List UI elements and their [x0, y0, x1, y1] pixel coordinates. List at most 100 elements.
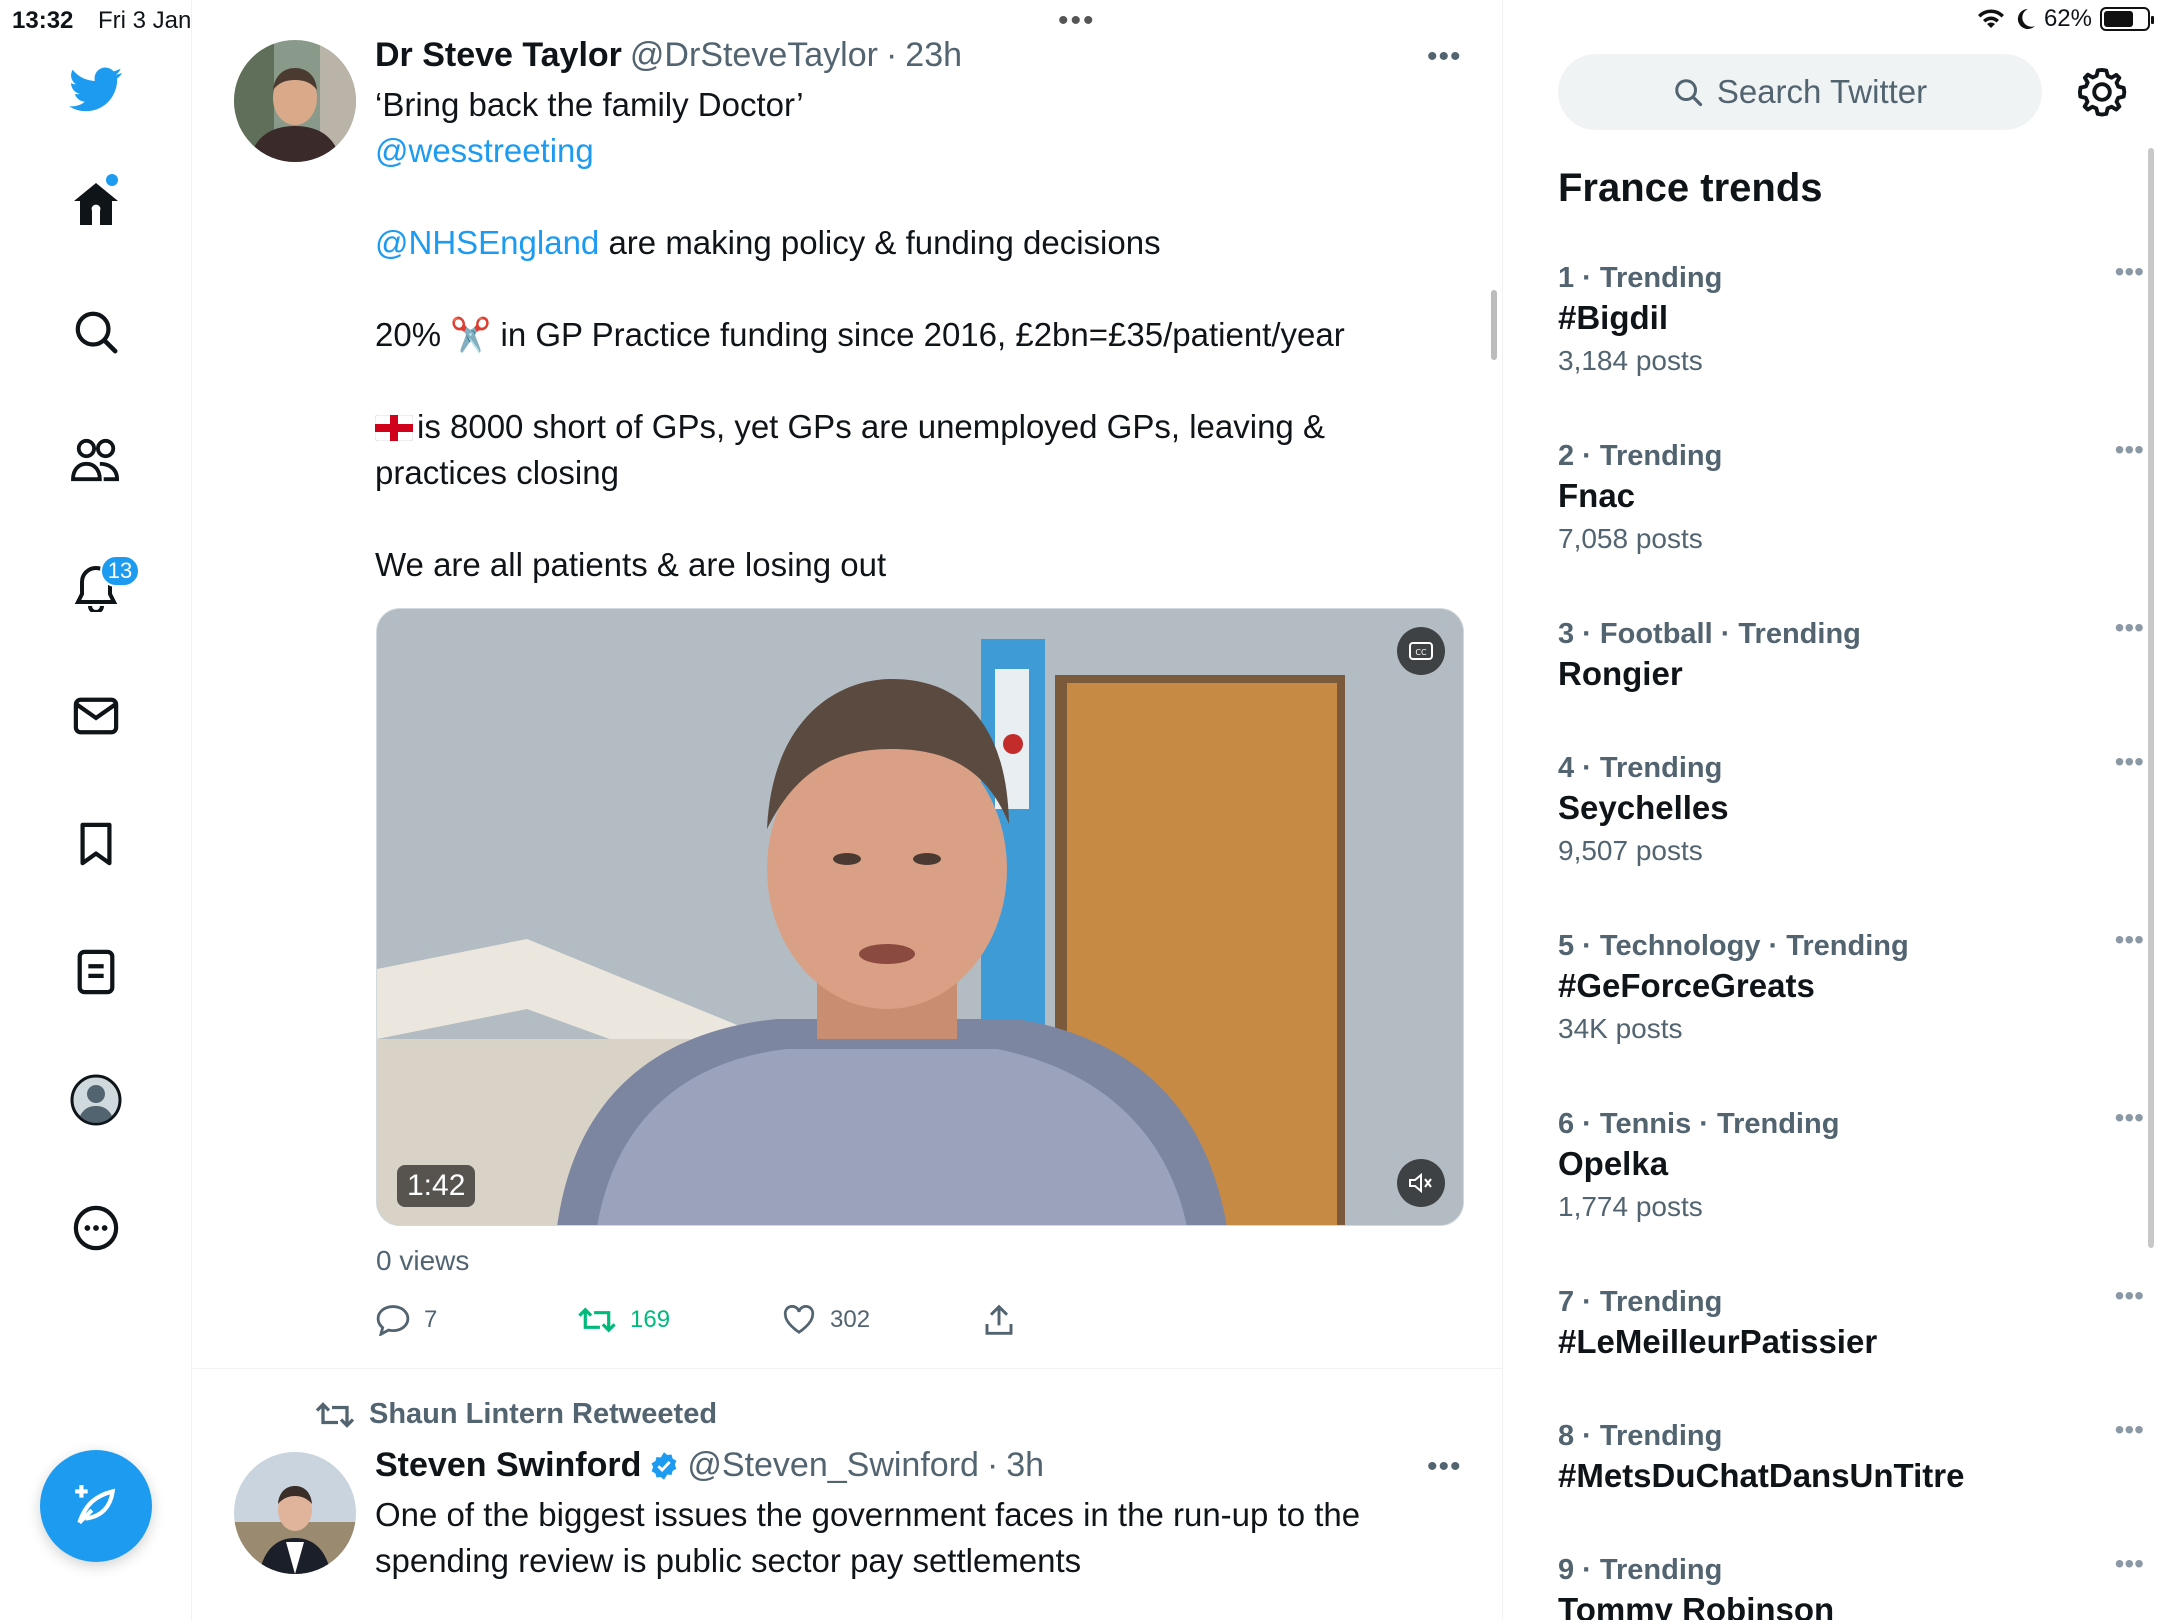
notifications-badge: 13	[100, 555, 140, 587]
retweeted-by-label: Shaun Lintern Retweeted	[369, 1398, 718, 1430]
trend-item[interactable]: 2 · Trending Fnac 7,058 posts •••	[1558, 434, 2144, 555]
mention-link[interactable]: @NHSEngland	[375, 224, 599, 261]
trend-name: #LeMeilleurPatissier	[1558, 1323, 1878, 1360]
trend-meta: 7 · Trending	[1558, 1286, 1723, 1318]
tweet-author-handle[interactable]: @DrSteveTaylor	[630, 36, 878, 75]
tweet-time[interactable]: 23h	[905, 36, 962, 75]
settings-gear-icon[interactable]	[2076, 66, 2128, 118]
trend-meta: 1 · Trending	[1558, 262, 1723, 294]
sidebar-scrollbar[interactable]	[2148, 148, 2154, 1248]
video-frame	[377, 609, 1463, 1225]
bookmarks-icon[interactable]	[68, 816, 124, 872]
messages-icon[interactable]	[68, 688, 124, 744]
trend-more-icon[interactable]: •••	[2115, 1280, 2144, 1312]
communities-icon[interactable]	[68, 432, 124, 488]
trend-item[interactable]: 6 · Tennis · Trending Opelka 1,774 posts…	[1558, 1102, 2144, 1223]
tweet-line-text: 20%	[375, 316, 451, 353]
trend-meta: 5 · Technology · Trending	[1558, 930, 1909, 962]
trend-count: 9,507 posts	[1558, 835, 1703, 866]
verified-badge-icon	[652, 1451, 677, 1480]
reply-button[interactable]: 7	[376, 1304, 578, 1336]
search-icon[interactable]	[68, 304, 124, 360]
trend-more-icon[interactable]: •••	[2115, 1102, 2144, 1134]
trend-name: #Bigdil	[1558, 299, 1669, 336]
tweet-author-handle[interactable]: @Steven_Swinford	[687, 1446, 979, 1485]
trend-meta: 4 · Trending	[1558, 752, 1723, 784]
trend-meta: 8 · Trending	[1558, 1420, 1723, 1452]
retweet-count: 169	[630, 1306, 671, 1333]
tweet-separator: ·	[986, 1446, 999, 1484]
profile-icon[interactable]	[68, 1072, 124, 1128]
trend-item[interactable]: 4 · Trending Seychelles 9,507 posts •••	[1558, 746, 2144, 867]
retweet-icon	[315, 1401, 355, 1428]
share-button[interactable]	[984, 1304, 1014, 1336]
tweet-video[interactable]: CC 1:42	[376, 608, 1464, 1226]
timeline[interactable]: Dr Steve Taylor @DrSteveTaylor · 23h •••…	[193, 0, 1503, 1620]
tweet-line-text: in GP Practice funding since 2016, £2bn=…	[491, 316, 1345, 353]
right-sidebar: Search Twitter France trends 1 · Trendin…	[1504, 0, 2160, 1620]
avatar[interactable]	[234, 1452, 356, 1574]
captions-icon: CC	[1409, 642, 1433, 660]
share-icon	[985, 1304, 1013, 1335]
tweet-author-name[interactable]: Steven Swinford	[375, 1446, 641, 1485]
search-placeholder: Search Twitter	[1716, 73, 1928, 110]
trend-item[interactable]: 5 · Technology · Trending #GeForceGreats…	[1558, 924, 2144, 1045]
retweet-icon	[578, 1307, 616, 1333]
tweet-line: ‘Bring back the family Doctor’	[375, 86, 804, 123]
tweet-more-icon[interactable]: •••	[1427, 40, 1462, 74]
trend-more-icon[interactable]: •••	[2115, 1414, 2144, 1446]
heart-icon	[783, 1305, 815, 1334]
tweet-separator: ·	[885, 36, 898, 74]
search-input[interactable]: Search Twitter	[1558, 54, 2042, 130]
tweet-actions: 7 169 302	[376, 1300, 1014, 1340]
trend-more-icon[interactable]: •••	[2115, 924, 2144, 956]
like-count: 302	[830, 1306, 871, 1333]
muted-speaker-icon	[1409, 1172, 1432, 1194]
tweet-line-text: is 8000 short of GPs, yet GPs are unempl…	[375, 408, 1325, 491]
more-icon[interactable]	[68, 1200, 124, 1256]
retweeted-by[interactable]: Shaun Lintern Retweeted	[315, 1398, 717, 1431]
reply-icon	[376, 1305, 410, 1336]
lists-icon[interactable]	[68, 944, 124, 1000]
trend-name: Opelka	[1558, 1145, 1669, 1182]
trend-item[interactable]: 8 · Trending #MetsDuChatDansUnTitre •••	[1558, 1414, 2144, 1495]
trend-meta: 6 · Tennis · Trending	[1558, 1108, 1840, 1140]
trend-name: #GeForceGreats	[1558, 967, 1815, 1004]
like-button[interactable]: 302	[782, 1305, 984, 1335]
trend-count: 7,058 posts	[1558, 523, 1703, 554]
tweet-text: One of the biggest issues the government…	[375, 1496, 1361, 1579]
trend-item[interactable]: 1 · Trending #Bigdil 3,184 posts •••	[1558, 256, 2144, 377]
trend-more-icon[interactable]: •••	[2115, 434, 2144, 466]
trend-more-icon[interactable]: •••	[2115, 1548, 2144, 1580]
twitter-logo-icon[interactable]	[68, 62, 124, 118]
video-duration: 1:42	[397, 1165, 476, 1207]
mention-link[interactable]: @wesstreeting	[375, 132, 594, 169]
trend-name: Fnac	[1558, 477, 1636, 514]
trend-item[interactable]: 7 · Trending #LeMeilleurPatissier •••	[1558, 1280, 2144, 1361]
home-unread-dot	[106, 174, 118, 186]
compose-tweet-button[interactable]	[40, 1450, 152, 1562]
scissors-emoji: ✂️	[450, 316, 492, 353]
tweet-text: ‘Bring back the family Doctor’ @wesstree…	[374, 82, 1435, 588]
timeline-scrollbar[interactable]	[1491, 290, 1497, 360]
avatar[interactable]	[234, 40, 356, 162]
trend-more-icon[interactable]: •••	[2115, 746, 2144, 778]
captions-button[interactable]: CC	[1397, 627, 1445, 675]
england-flag-icon	[374, 414, 414, 442]
trend-item[interactable]: 3 · Football · Trending Rongier •••	[1558, 612, 2144, 693]
reply-count: 7	[424, 1306, 438, 1333]
retweet-button[interactable]: 169	[578, 1305, 782, 1335]
trend-more-icon[interactable]: •••	[2115, 256, 2144, 288]
tweet-time[interactable]: 3h	[1006, 1446, 1044, 1485]
trend-count: 3,184 posts	[1558, 345, 1703, 376]
trend-count: 34K posts	[1558, 1013, 1683, 1044]
trends-title: France trends	[1558, 166, 1823, 210]
tweet-more-icon[interactable]: •••	[1427, 1450, 1462, 1484]
tweet-views: 0 views	[376, 1245, 470, 1276]
tweet-header: Steven Swinford @Steven_Swinford · 3h	[375, 1446, 1044, 1485]
tweet-line-text: are making policy & funding decisions	[599, 224, 1161, 261]
trend-item[interactable]: 9 · Trending Tommy Robinson •••	[1558, 1548, 2144, 1620]
trend-more-icon[interactable]: •••	[2115, 612, 2144, 644]
tweet-author-name[interactable]: Dr Steve Taylor	[375, 36, 622, 75]
mute-button[interactable]	[1397, 1159, 1445, 1207]
